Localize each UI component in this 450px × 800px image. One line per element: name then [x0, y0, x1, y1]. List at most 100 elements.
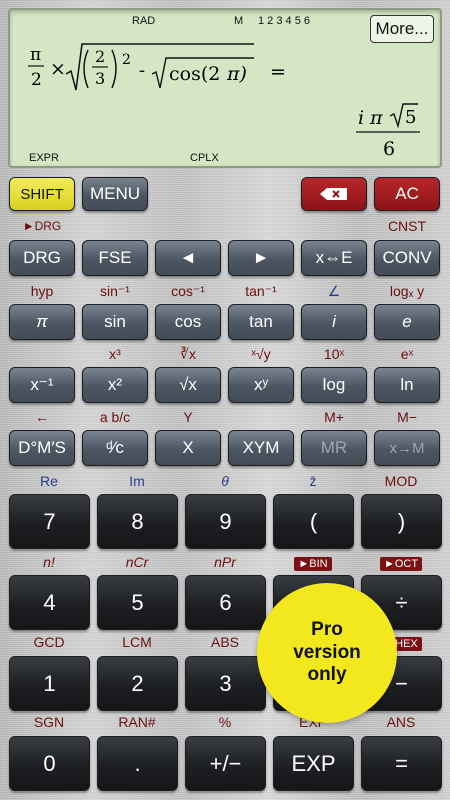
fse-button[interactable]: FSE: [82, 240, 148, 276]
expression: π 2 × 2 3 2 - cos(2 π) =: [28, 43, 286, 91]
result-i: i: [358, 107, 364, 129]
label-npr: nPr: [214, 554, 236, 570]
drg-button[interactable]: DRG: [9, 240, 75, 276]
label-asin: sin⁻¹: [100, 283, 130, 299]
label-bin: ►BIN: [276, 554, 350, 571]
expr-pi: π: [30, 45, 41, 65]
more-button[interactable]: More...: [370, 15, 434, 43]
log-button[interactable]: log: [301, 367, 367, 403]
decimal-point-button[interactable]: .: [97, 736, 178, 791]
label-oct: ►OCT: [364, 554, 438, 571]
pro-line-2: version: [293, 641, 361, 663]
shift-button[interactable]: SHIFT: [9, 177, 75, 211]
label-cube: x³: [109, 346, 121, 362]
stack-indicator: 1 2 3 4 5 6: [258, 15, 310, 27]
pro-line-1: Pro: [311, 618, 343, 640]
open-paren-button[interactable]: (: [273, 494, 354, 549]
menu-button[interactable]: MENU: [82, 177, 148, 211]
bin-badge: ►BIN: [294, 557, 332, 571]
result-pi: π: [369, 107, 383, 129]
fraction-button[interactable]: ᵈ⁄c: [82, 430, 148, 466]
digit-9-button[interactable]: 9: [185, 494, 266, 549]
backspace-button[interactable]: [301, 177, 367, 211]
square-button[interactable]: x²: [82, 367, 148, 403]
sign-toggle-button[interactable]: +/−: [185, 736, 266, 791]
label-mod: MOD: [384, 473, 418, 489]
label-random: RAN#: [118, 714, 156, 730]
expr-pi-arg: π): [226, 63, 247, 85]
imaginary-i-button[interactable]: i: [301, 304, 367, 340]
label-fraction: a b/c: [99, 409, 131, 425]
digit-8-button[interactable]: 8: [97, 494, 178, 549]
expr-frac-den: 3: [95, 69, 105, 88]
label-y: Y: [183, 409, 193, 425]
label-hyp: hyp: [30, 283, 54, 299]
mr-button[interactable]: MR: [301, 430, 367, 466]
pro-version-badge[interactable]: Pro version only: [257, 583, 397, 723]
label-im: Im: [129, 473, 145, 489]
rad-indicator: RAD: [132, 15, 156, 27]
dms-button[interactable]: D°M′S: [9, 430, 75, 466]
result-root-arg: 5: [405, 107, 416, 128]
label-cube-root: ∛x: [180, 346, 196, 362]
digit-1-button[interactable]: 1: [9, 656, 90, 711]
e-button[interactable]: e: [374, 304, 440, 340]
x-variable-button[interactable]: X: [155, 430, 221, 466]
digit-4-button[interactable]: 4: [9, 575, 90, 630]
label-logxy: logₓ y: [389, 283, 425, 299]
label-re: Re: [40, 473, 58, 489]
expr-indicator: EXPR: [29, 152, 59, 164]
label-xth-root: ˣ√y: [251, 346, 271, 362]
tan-button[interactable]: tan: [228, 304, 294, 340]
conv-button[interactable]: CONV: [374, 240, 440, 276]
label-m-minus: M−: [397, 409, 417, 425]
label-e-power: eˣ: [400, 346, 414, 362]
pro-badge-text: Pro version only: [293, 619, 361, 687]
digit-3-button[interactable]: 3: [185, 656, 266, 711]
xym-button[interactable]: XYM: [228, 430, 294, 466]
expr-two: 2: [31, 70, 42, 90]
label-sgn: SGN: [33, 714, 65, 730]
label-angle: ∠: [327, 283, 341, 299]
ln-button[interactable]: ln: [374, 367, 440, 403]
equals-button[interactable]: =: [361, 736, 442, 791]
label-ten-power: 10ˣ: [323, 346, 345, 362]
oct-badge: ►OCT: [379, 557, 423, 571]
label-gcd: GCD: [33, 634, 65, 650]
label-ncr: nCr: [125, 554, 149, 570]
label-percent: %: [218, 714, 232, 730]
calculator-display: RAD M 1 2 3 4 5 6 More... π 2 × 2 3 2 - …: [8, 8, 442, 168]
digit-6-button[interactable]: 6: [185, 575, 266, 630]
label-theta: θ: [221, 473, 229, 489]
digit-2-button[interactable]: 2: [97, 656, 178, 711]
label-drg-conv: ►DRG: [22, 219, 62, 233]
close-paren-button[interactable]: ): [361, 494, 442, 549]
label-factorial: n!: [43, 554, 55, 570]
expr-equals: =: [270, 61, 286, 83]
label-lcm: LCM: [122, 634, 152, 650]
digit-7-button[interactable]: 7: [9, 494, 90, 549]
ac-button[interactable]: AC: [374, 177, 440, 211]
cursor-right-button[interactable]: ►: [228, 240, 294, 276]
pi-button[interactable]: π: [9, 304, 75, 340]
expr-minus: -: [139, 60, 145, 81]
label-ans: ANS: [386, 714, 416, 730]
reciprocal-button[interactable]: x⁻¹: [9, 367, 75, 403]
store-memory-button[interactable]: x→M: [374, 430, 440, 466]
sin-button[interactable]: sin: [82, 304, 148, 340]
label-acos: cos⁻¹: [171, 283, 205, 299]
exp-button[interactable]: EXP: [273, 736, 354, 791]
expr-cos: cos(2: [169, 63, 220, 85]
backspace-icon: [320, 188, 347, 200]
cursor-left-button[interactable]: ◄: [155, 240, 221, 276]
result-denominator: 6: [383, 138, 395, 160]
cos-button[interactable]: cos: [155, 304, 221, 340]
memory-indicator: M: [234, 15, 244, 27]
digit-5-button[interactable]: 5: [97, 575, 178, 630]
x-exchange-e-button[interactable]: x⇔E: [301, 240, 367, 276]
label-left-arrow: ←: [35, 409, 49, 425]
digit-0-button[interactable]: 0: [9, 736, 90, 791]
power-button[interactable]: xʸ: [228, 367, 294, 403]
expr-exponent: 2: [122, 52, 131, 68]
sqrt-button[interactable]: √x: [155, 367, 221, 403]
